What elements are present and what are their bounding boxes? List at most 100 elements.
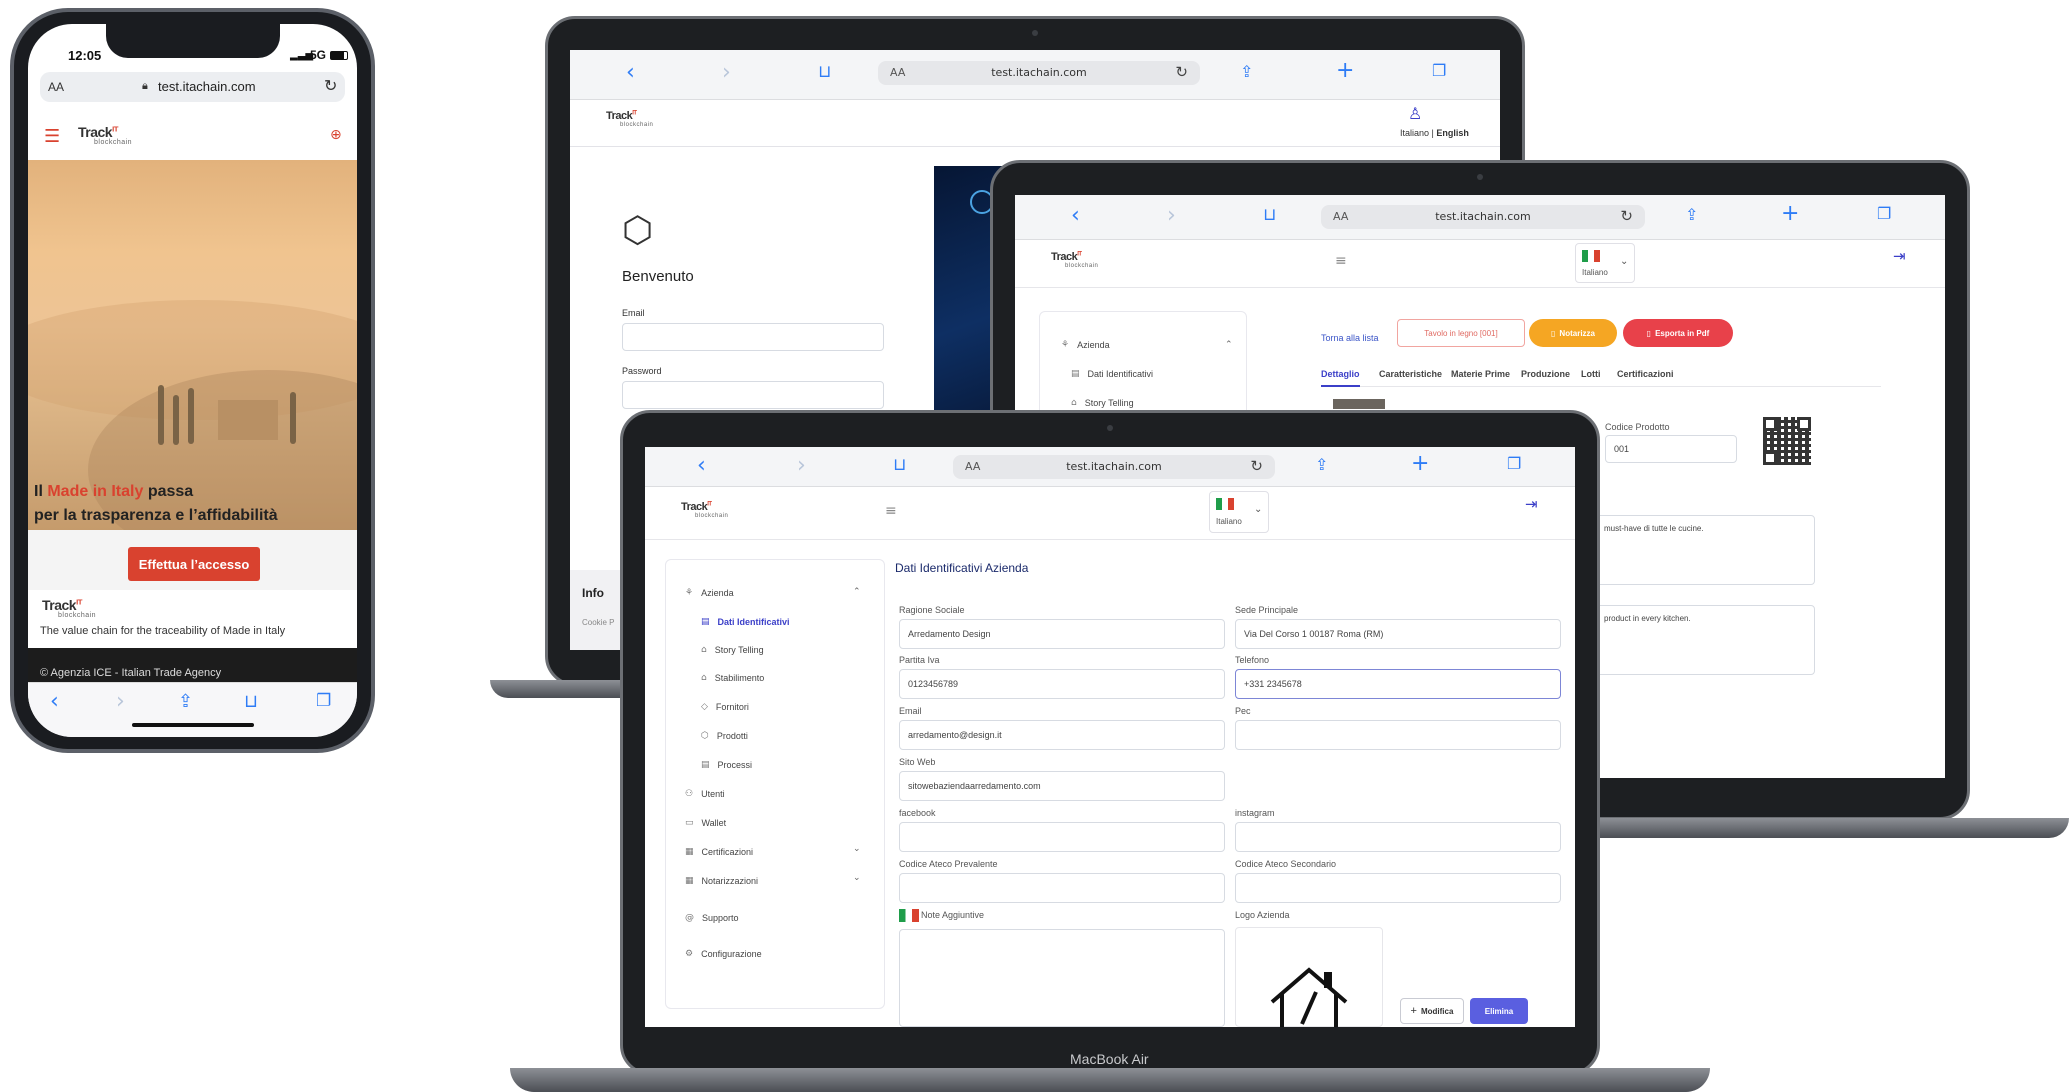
logout-icon[interactable]: ⇥: [1525, 495, 1538, 513]
sidebar-item-stabilimento[interactable]: ⌂ Stabilimento: [701, 673, 764, 683]
sidebar-item-utenti[interactable]: ⚇ Utenti: [685, 789, 725, 799]
login-cta-button[interactable]: Effettua l’accesso: [128, 547, 260, 581]
globe-icon[interactable]: ⊕: [330, 127, 342, 143]
chevron-up-icon[interactable]: ⌃: [1225, 340, 1233, 350]
url-bar[interactable]: AA test.itachain.com ↻: [953, 455, 1275, 479]
sidebar-item-story-telling[interactable]: ⌂ Story Telling: [701, 645, 764, 655]
reload-icon[interactable]: ↻: [1620, 207, 1633, 225]
url-bar[interactable]: AA test.itachain.com ↻: [1321, 205, 1645, 229]
sede-label: Sede Principale: [1235, 605, 1299, 615]
logout-icon[interactable]: ⇥: [1893, 247, 1906, 265]
email-field[interactable]: arredamento@design.it: [899, 720, 1225, 750]
hamburger-menu-icon[interactable]: ☰: [44, 126, 60, 147]
forward-icon[interactable]: ›: [116, 689, 125, 714]
back-icon[interactable]: ‹: [697, 453, 706, 478]
tabs-icon[interactable]: ❐: [1507, 454, 1521, 473]
bookmarks-icon[interactable]: ⊔: [1263, 205, 1276, 225]
instagram-field[interactable]: [1235, 822, 1561, 852]
sede-field[interactable]: Via Del Corso 1 00187 Roma (RM): [1235, 619, 1561, 649]
phone-url-bar[interactable]: AA 🔒︎ test.itachain.com ↻: [40, 72, 345, 102]
bookmarks-icon[interactable]: ⊔: [818, 62, 831, 82]
description-en-field[interactable]: product in every kitchen.: [1595, 605, 1815, 675]
back-icon[interactable]: ‹: [50, 689, 59, 714]
chevron-up-icon[interactable]: ⌃: [853, 587, 861, 597]
sidebar-item-azienda[interactable]: ⚘ Azienda: [1061, 340, 1110, 350]
share-icon[interactable]: ⇪: [1240, 62, 1253, 81]
menu-icon[interactable]: ≡: [1335, 253, 1347, 269]
forward-icon[interactable]: ›: [797, 453, 806, 478]
tab-lotti[interactable]: Lotti: [1581, 369, 1601, 379]
forward-icon[interactable]: ›: [1167, 203, 1176, 228]
edit-button[interactable]: + Modifica: [1400, 998, 1464, 1024]
reload-icon[interactable]: ↻: [324, 76, 337, 95]
tab-caratteristiche[interactable]: Caratteristiche: [1379, 369, 1442, 379]
chevron-down-icon[interactable]: ⌄: [853, 844, 861, 854]
sidebar-item-story-telling[interactable]: ⌂ Story Telling: [1071, 398, 1134, 408]
email-input[interactable]: [622, 323, 884, 351]
tabs-icon[interactable]: ❐: [1877, 204, 1891, 223]
reload-icon[interactable]: ↻: [1250, 457, 1263, 475]
share-icon[interactable]: ⇪: [178, 691, 193, 712]
forward-icon[interactable]: ›: [722, 60, 731, 85]
partita-iva-field[interactable]: 0123456789: [899, 669, 1225, 699]
product-code-field[interactable]: 001: [1605, 435, 1737, 463]
back-icon[interactable]: ‹: [1071, 203, 1080, 228]
delete-button[interactable]: Elimina: [1470, 998, 1528, 1024]
cookie-link[interactable]: Cookie P: [582, 618, 614, 627]
sidebar-item-dati-identificativi[interactable]: ▤ Dati Identificativi: [1071, 369, 1153, 379]
menu-icon[interactable]: ≡: [885, 503, 897, 519]
sito-web-field[interactable]: sitowebaziendaarredamento.com: [899, 771, 1225, 801]
ragione-sociale-field[interactable]: Arredamento Design: [899, 619, 1225, 649]
note-textarea[interactable]: [899, 929, 1225, 1027]
export-pdf-button[interactable]: ▯ Esporta in Pdf: [1623, 319, 1733, 347]
reload-icon[interactable]: ↻: [1175, 63, 1188, 81]
language-select[interactable]: Italiano ⌄: [1209, 491, 1269, 533]
sidebar-item-fornitori[interactable]: ◇ Fornitori: [701, 702, 749, 712]
sidebar-item-prodotti[interactable]: ⬡ Prodotti: [701, 731, 748, 741]
chevron-down-icon: ⌄: [1620, 256, 1629, 267]
new-tab-icon[interactable]: +: [1781, 201, 1799, 226]
ateco-secondario-field[interactable]: [1235, 873, 1561, 903]
password-input[interactable]: [622, 381, 884, 409]
logo-upload-box[interactable]: [1235, 927, 1383, 1027]
back-to-list-link[interactable]: Torna alla lista: [1321, 333, 1379, 343]
sidebar-item-certificazioni[interactable]: ▦ Certificazioni: [685, 847, 753, 857]
new-tab-icon[interactable]: +: [1411, 451, 1429, 476]
back-icon[interactable]: ‹: [626, 60, 635, 85]
lang-english[interactable]: English: [1436, 128, 1469, 138]
sidebar-item-wallet[interactable]: ▭ Wallet: [685, 818, 726, 828]
main-laptop-screen: ‹ › ⊔ AA test.itachain.com ↻ ⇪ + ❐ Track…: [645, 447, 1575, 1027]
url-text: test.itachain.com: [1435, 210, 1531, 223]
sidebar-item-dati-identificativi[interactable]: ▤ Dati Identificativi: [701, 617, 790, 627]
pec-field[interactable]: [1235, 720, 1561, 750]
notarize-button[interactable]: ▯ Notarizza: [1529, 319, 1617, 347]
sidebar-item-supporto[interactable]: @ Supporto: [685, 913, 739, 923]
tabs-icon[interactable]: ❐: [316, 691, 331, 711]
language-select[interactable]: Italiano ⌄: [1575, 243, 1635, 283]
bookmarks-icon[interactable]: ⊔: [893, 455, 906, 475]
telefono-field[interactable]: +331 2345678: [1235, 669, 1561, 699]
sidebar-item-processi[interactable]: ▤ Processi: [701, 760, 752, 770]
sidebar-item-configurazione[interactable]: ⚙ Configurazione: [685, 949, 762, 959]
facebook-field[interactable]: [899, 822, 1225, 852]
share-icon[interactable]: ⇪: [1315, 455, 1328, 474]
new-tab-icon[interactable]: +: [1336, 58, 1354, 83]
tab-produzione[interactable]: Produzione: [1521, 369, 1570, 379]
tab-certificazioni[interactable]: Certificazioni: [1617, 369, 1674, 379]
tab-dettaglio[interactable]: Dettaglio: [1321, 369, 1360, 387]
share-icon[interactable]: ⇪: [1685, 205, 1698, 224]
sidebar-item-azienda[interactable]: ⚘ Azienda: [685, 588, 734, 598]
user-icon[interactable]: ♙: [1408, 104, 1422, 123]
login-logo: TrackIT blockchain: [606, 110, 654, 128]
grid-icon: ▦: [685, 847, 694, 857]
text-size-button[interactable]: AA: [48, 80, 64, 94]
tabs-icon[interactable]: ❐: [1432, 61, 1446, 80]
description-it-field[interactable]: must-have di tutte le cucine.: [1595, 515, 1815, 585]
lang-italiano[interactable]: Italiano: [1400, 128, 1429, 138]
tab-materie-prime[interactable]: Materie Prime: [1451, 369, 1510, 379]
ateco-prevalente-field[interactable]: [899, 873, 1225, 903]
chevron-down-icon[interactable]: ⌄: [853, 873, 861, 883]
url-bar[interactable]: AA test.itachain.com ↻: [878, 61, 1200, 85]
sidebar-item-notarizzazioni[interactable]: ▦ Notarizzazioni: [685, 876, 758, 886]
bookmarks-icon[interactable]: ⊔: [244, 691, 258, 712]
